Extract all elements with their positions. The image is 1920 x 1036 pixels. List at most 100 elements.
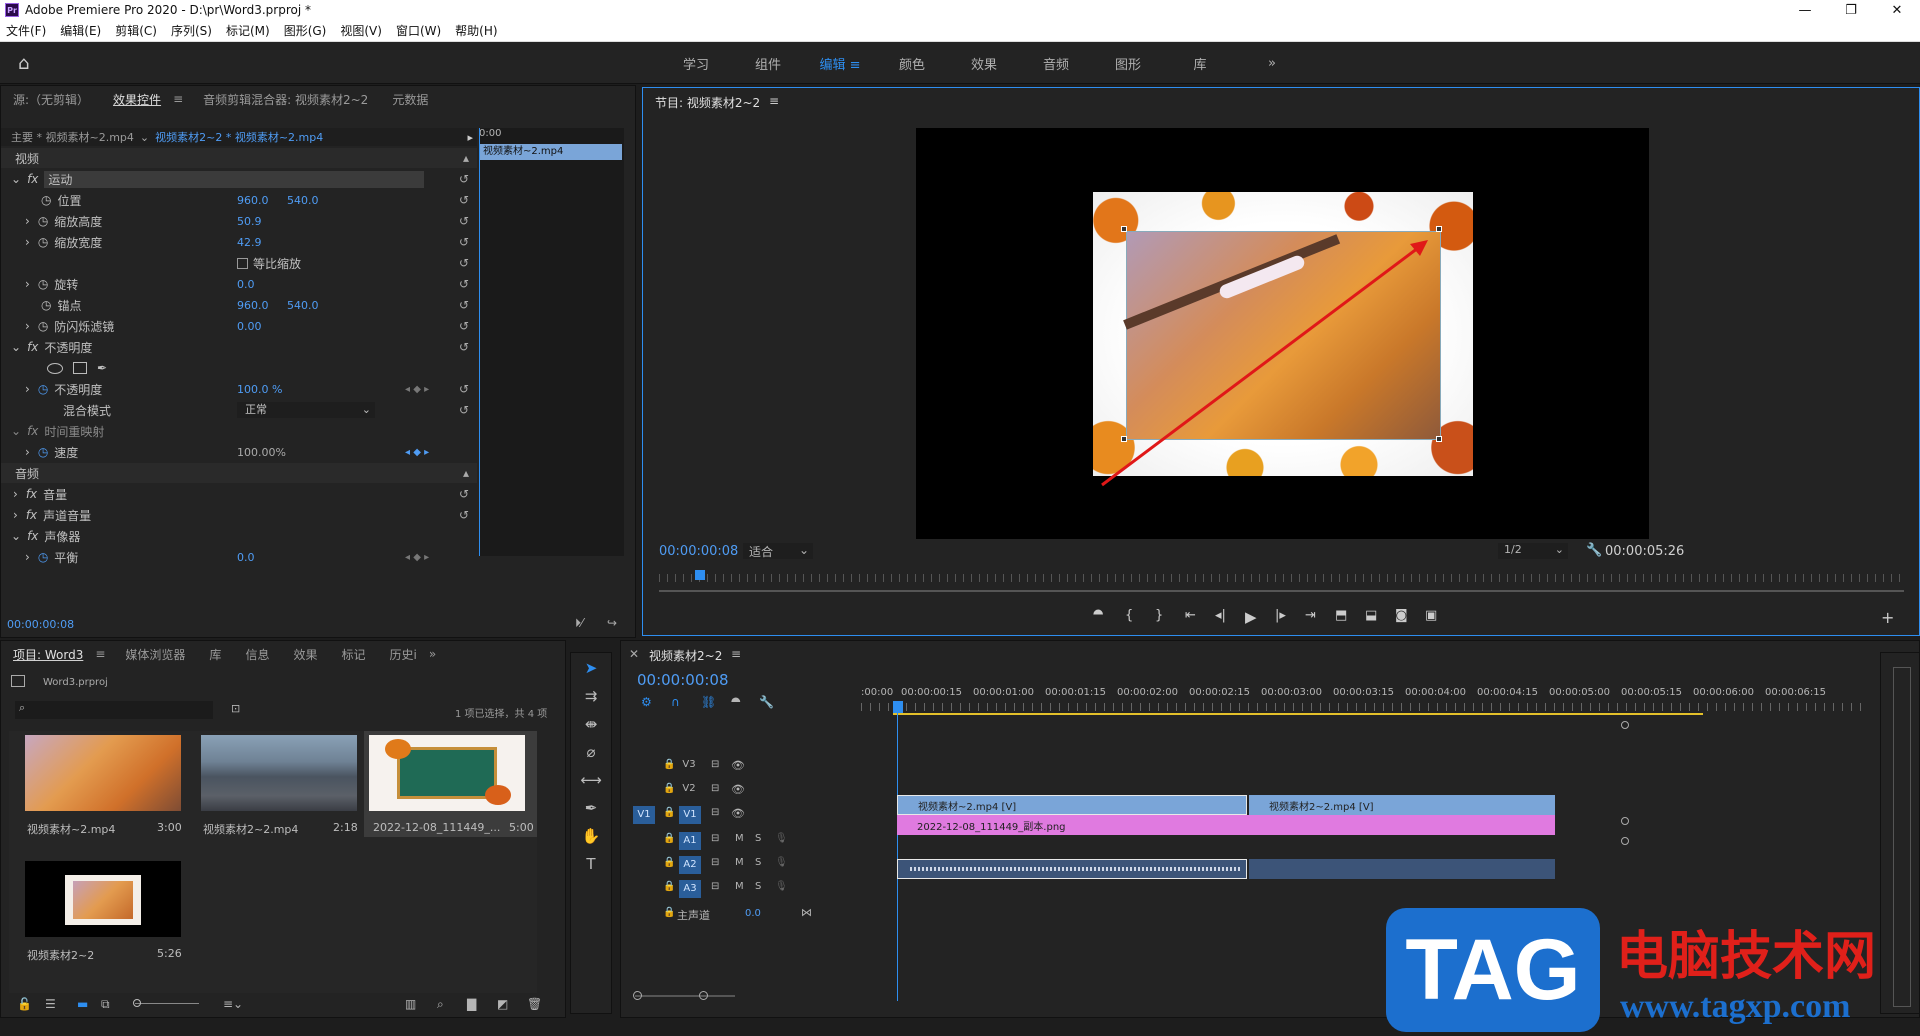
opacity-value[interactable]: 100.0 % [237,383,282,396]
chevron-right-icon[interactable]: › [13,508,18,522]
menu-clip[interactable]: 剪辑(C) [115,22,157,39]
stopwatch-icon[interactable]: ◷ [41,298,51,312]
eye-icon[interactable]: 👁 [731,783,745,796]
menu-help[interactable]: 帮助(H) [455,22,497,39]
keyframe-nav-icon[interactable]: ◂ ◆ ▸ [405,384,429,395]
timeline-timecode[interactable]: 00:00:00:08 [637,671,729,689]
tab-source[interactable]: 源:（无剪辑） [1,91,101,108]
menu-view[interactable]: 视图(V) [340,22,382,39]
project-item-name[interactable]: 视频素材2~2.mp4 [203,821,298,837]
stopwatch-icon[interactable]: ◷ [38,214,48,228]
play-only-icon[interactable]: ▸ [467,131,473,144]
workspace-audio[interactable]: 音频 [1020,54,1092,73]
effect-timecode[interactable]: 00:00:00:08 [7,618,74,631]
reset-icon[interactable]: ↺ [459,508,469,522]
track-select-tool-icon[interactable]: ⇉ [571,687,611,705]
tab-project[interactable]: 项目: Word3 [1,646,95,663]
pen-mask-icon[interactable]: ✒ [97,361,107,375]
workspace-editing[interactable]: 编辑 ≡ [804,54,876,73]
lock-icon[interactable]: 🔒 [663,857,675,868]
step-back-icon[interactable]: ◂| [1215,608,1226,623]
tab-metadata[interactable]: 元数据 [380,91,440,108]
stopwatch-icon[interactable]: ◷ [38,445,48,459]
linked-selection-icon[interactable]: ⛓ [701,695,716,709]
opacity-section-row[interactable]: ⌄ fx 不透明度 ↺ [1,337,477,357]
lift-icon[interactable]: ⬒ [1335,608,1347,623]
chevron-down-icon[interactable]: ⌄ [140,131,149,144]
slip-tool-icon[interactable]: ⟷ [571,771,611,789]
track-label-v1[interactable]: V1 [679,806,701,824]
sort-icon[interactable]: ≡⌄ [223,997,243,1011]
workspace-graphics[interactable]: 图形 [1092,54,1164,73]
stopwatch-icon[interactable]: ◷ [41,193,51,207]
workspace-more[interactable]: » [1236,56,1308,71]
close-button[interactable]: ✕ [1874,0,1920,20]
mute-button[interactable]: M [735,833,744,844]
automate-to-sequence-icon[interactable]: ▥ [405,997,416,1011]
work-area-bar[interactable] [893,713,1703,715]
hand-tool-icon[interactable]: ✋ [571,827,611,845]
lock-icon[interactable]: 🔒 [663,907,675,918]
workspace-libraries[interactable]: 库 [1164,54,1236,73]
go-to-in-icon[interactable]: ⇤ [1185,608,1196,623]
mute-button[interactable]: M [735,857,744,868]
new-bin-icon[interactable]: ▇ [467,997,476,1011]
solo-button[interactable]: S [755,881,761,892]
solo-button[interactable]: S [755,857,761,868]
menu-file[interactable]: 文件(F) [6,22,46,39]
type-tool-icon[interactable]: T [571,855,611,873]
panel-menu-icon[interactable]: ≡ [731,647,741,661]
new-bin-from-search-icon[interactable]: ⊡ [231,702,240,715]
camera-icon[interactable]: ◙ [1395,608,1408,623]
tab-effect-controls[interactable]: 效果控件 [101,91,173,108]
uniform-scale-checkbox[interactable] [237,257,248,269]
playhead-handle[interactable] [893,701,903,713]
maximize-button[interactable]: ❐ [1828,0,1874,20]
program-ruler[interactable] [659,574,1904,582]
lock-icon[interactable]: 🔒 [663,833,675,844]
position-x[interactable]: 960.0 [237,194,269,207]
sync-lock-icon[interactable]: ⊟ [711,833,719,844]
chevron-down-icon[interactable]: ⌄ [11,529,21,543]
sync-lock-icon[interactable]: ⊟ [711,857,719,868]
audio-clip-1[interactable] [897,859,1247,879]
position-y[interactable]: 540.0 [287,194,319,207]
rotation-value[interactable]: 0.0 [237,278,255,291]
eye-icon[interactable]: 👁 [731,759,745,772]
motion-row[interactable]: ⌄ fx 运动 ↺ [1,169,477,189]
chevron-right-icon[interactable]: › [25,319,30,333]
list-view-icon[interactable]: ☰ [45,997,56,1011]
zoom-handle[interactable] [699,991,708,1000]
project-item-name[interactable]: 2022-12-08_111449_... [373,821,500,834]
scroll-handle[interactable] [1621,721,1629,729]
reset-icon[interactable]: ↺ [459,403,469,417]
play-icon[interactable]: ▶ [1245,608,1257,626]
thumbnail-snowy-branch[interactable] [25,735,181,811]
tab-history[interactable]: 历史i [377,646,428,663]
mark-in-icon[interactable]: { [1125,608,1133,623]
tab-markers[interactable]: 标记 [329,646,377,663]
home-icon[interactable]: ⌂ [18,53,38,74]
reset-icon[interactable]: ↺ [459,319,469,333]
anchor-x[interactable]: 960.0 [237,299,269,312]
find-icon[interactable]: ⌕ [437,997,444,1012]
snap-icon[interactable]: ∩ [671,695,680,709]
speed-value[interactable]: 100.00% [237,446,286,459]
master-clip-label[interactable]: 主要 * 视频素材~2.mp4 [11,129,134,145]
reset-icon[interactable]: ↺ [459,235,469,249]
add-button-icon[interactable]: + [1881,608,1894,627]
reset-icon[interactable]: ↺ [459,277,469,291]
lock-icon[interactable]: 🔓 [17,997,32,1011]
project-item-name[interactable]: 视频素材~2.mp4 [27,821,115,837]
reset-icon[interactable]: ↺ [459,382,469,396]
volume-row[interactable]: › fx 音量 ↺ [1,484,477,504]
panner-row[interactable]: ⌄ fx 声像器 [1,526,477,546]
panel-menu-icon[interactable]: ≡ [769,94,779,108]
motion-label[interactable]: 运动 [44,170,425,188]
chevron-right-icon[interactable]: › [25,445,30,459]
time-remap-row[interactable]: ⌄ fx 时间重映射 [1,421,477,441]
freeform-view-icon[interactable]: ⧉ [101,997,110,1012]
lock-icon[interactable]: 🔒 [663,759,675,770]
chevron-right-icon[interactable]: › [25,277,30,291]
workspace-assembly[interactable]: 组件 [732,54,804,73]
